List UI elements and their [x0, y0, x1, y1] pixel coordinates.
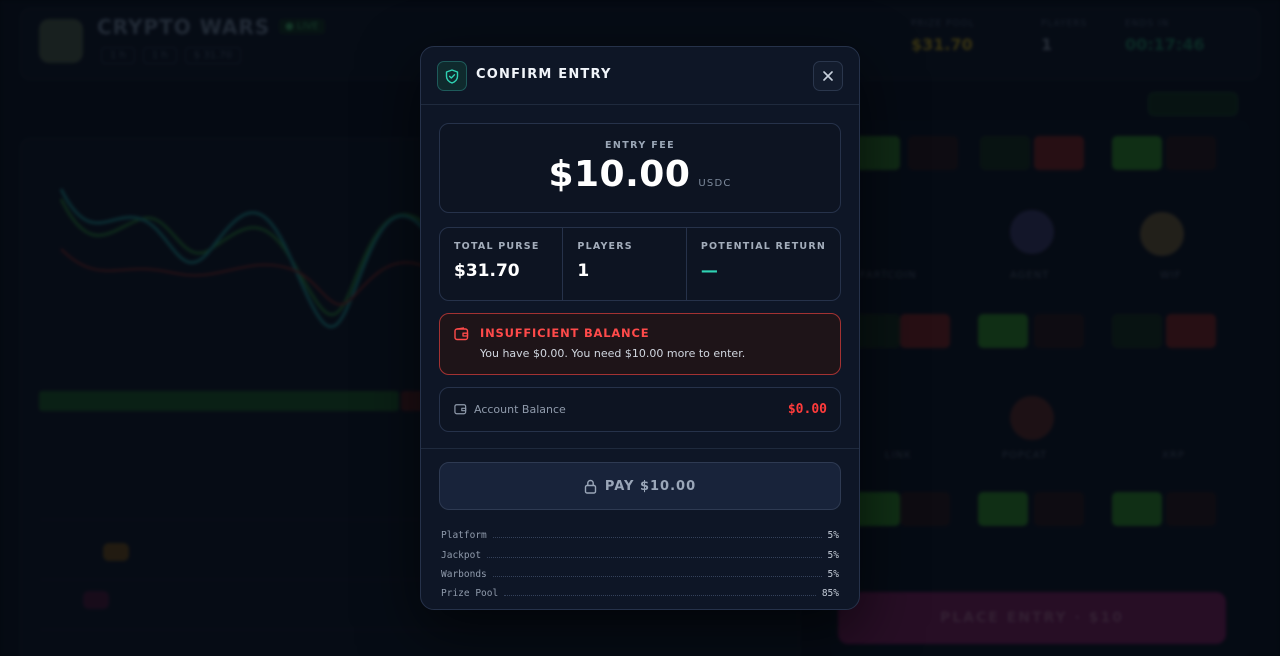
breakdown-value: 5%: [827, 530, 839, 542]
breakdown-label: Platform: [441, 530, 487, 542]
breakdown-label: Jackpot: [441, 549, 482, 561]
breakdown-value: 5%: [827, 568, 839, 580]
stat-total-purse: TOTAL PURSE $31.70: [440, 228, 562, 300]
insufficient-balance-alert: INSUFFICIENT BALANCE You have $0.00. You…: [439, 313, 841, 375]
account-balance-row: Account Balance $0.00: [439, 387, 841, 432]
account-balance-value: $0.00: [787, 402, 827, 417]
close-icon: [823, 71, 833, 81]
shield-check-icon: [437, 61, 467, 91]
close-button[interactable]: [813, 61, 843, 91]
wallet-icon: [454, 404, 467, 415]
breakdown-row: Platform 5%: [441, 522, 839, 541]
breakdown-row: Prize Pool 85%: [441, 580, 839, 599]
stat-potential-return: POTENTIAL RETURN —: [685, 228, 840, 300]
stat-players: PLAYERS 1: [562, 228, 685, 300]
stat-value: 1: [577, 261, 590, 281]
fee-breakdown: Platform 5% Jackpot 5% Warbonds 5% Prize…: [441, 522, 839, 599]
entry-fee-label: ENTRY FEE: [605, 140, 675, 151]
breakdown-label: Prize Pool: [441, 588, 499, 600]
entry-fee-amount: $10.00: [548, 154, 691, 195]
breakdown-label: Warbonds: [441, 568, 487, 580]
stat-value: $31.70: [454, 261, 520, 281]
pay-button-label: PAY $10.00: [604, 478, 697, 494]
confirm-entry-modal: CONFIRM ENTRY ENTRY FEE $10.00 USDC TOTA…: [420, 46, 860, 610]
stat-label: POTENTIAL RETURN: [700, 241, 826, 252]
breakdown-value: 5%: [827, 549, 839, 561]
divider: [421, 448, 859, 449]
stat-label: TOTAL PURSE: [454, 241, 540, 252]
lock-icon: [584, 479, 597, 494]
stats-card: TOTAL PURSE $31.70 PLAYERS 1 POTENTIAL R…: [439, 227, 841, 301]
stat-value: —: [700, 261, 718, 281]
breakdown-row: Warbonds 5%: [441, 561, 839, 580]
account-balance-label: Account Balance: [474, 403, 566, 416]
modal-header: CONFIRM ENTRY: [421, 47, 859, 105]
pay-button[interactable]: PAY $10.00: [439, 462, 841, 510]
wallet-icon: [454, 327, 469, 341]
stat-label: PLAYERS: [577, 241, 633, 252]
modal-title: CONFIRM ENTRY: [476, 67, 612, 82]
entry-fee-card: ENTRY FEE $10.00 USDC: [439, 123, 841, 213]
breakdown-row: Jackpot 5%: [441, 541, 839, 561]
entry-fee-unit: USDC: [698, 178, 732, 189]
breakdown-value: 85%: [821, 588, 839, 600]
alert-title: INSUFFICIENT BALANCE: [480, 326, 650, 340]
alert-message: You have $0.00. You need $10.00 more to …: [480, 347, 746, 360]
